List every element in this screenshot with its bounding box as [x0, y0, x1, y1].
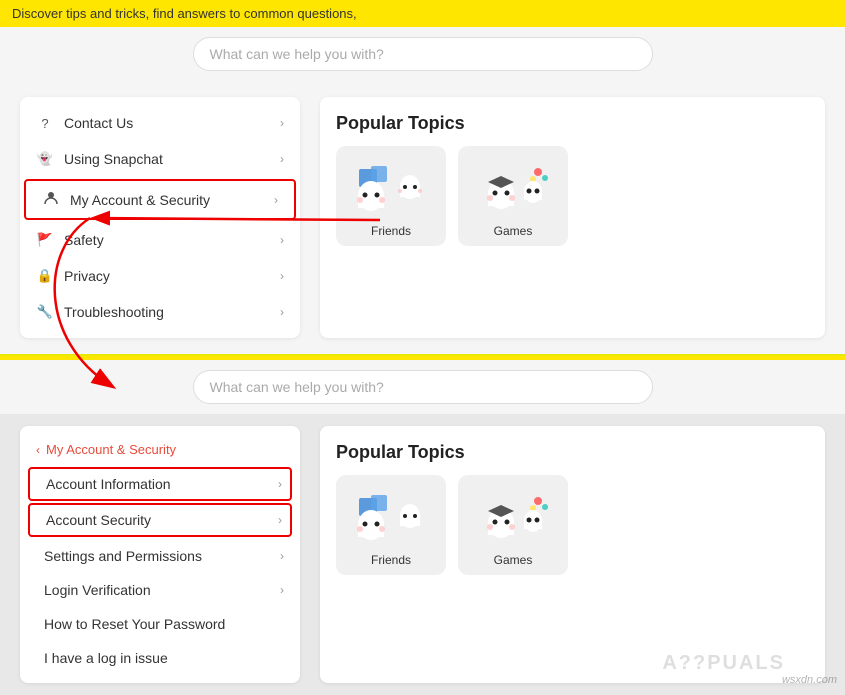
bottom-topic-card-friends[interactable]: Friends [336, 475, 446, 575]
sub-menu-item-log-issue[interactable]: I have a log in issue [20, 641, 300, 675]
using-snapchat-label: Using Snapchat [64, 151, 163, 167]
bottom-left-menu: ‹ My Account & Security Account Informat… [20, 426, 300, 683]
lock-icon: 🔒 [36, 268, 54, 284]
bottom-popular-topics: Popular Topics [320, 426, 825, 683]
chevron-icon: › [280, 233, 284, 247]
back-chevron-icon: ‹ [36, 443, 40, 457]
bottom-games-label: Games [494, 553, 533, 567]
bottom-search-bar[interactable]: What can we help you with? [193, 370, 653, 404]
login-verification-label: Login Verification [44, 582, 151, 598]
chevron-icon: › [278, 513, 282, 527]
account-security-label: Account Security [46, 512, 151, 528]
menu-item-my-account[interactable]: My Account & Security › [24, 179, 296, 220]
chevron-icon: › [280, 152, 284, 166]
menu-item-troubleshooting[interactable]: 🔧 Troubleshooting › [20, 294, 300, 330]
watermark: wsxdn.com [782, 674, 837, 686]
topic-card-games[interactable]: Games [458, 146, 568, 246]
sub-menu-item-login-verification[interactable]: Login Verification › [20, 573, 300, 607]
friends-ghost-svg [351, 164, 431, 224]
appuals-watermark: A??PUALS [662, 652, 785, 675]
topics-grid: Friends [336, 146, 809, 246]
bottom-popular-topics-title: Popular Topics [336, 442, 809, 463]
reset-password-label: How to Reset Your Password [44, 616, 225, 632]
settings-permissions-label: Settings and Permissions [44, 548, 202, 564]
menu-item-privacy[interactable]: 🔒 Privacy › [20, 258, 300, 294]
chevron-icon: › [280, 583, 284, 597]
top-main-content: ? Contact Us › 👻 Using Snapchat › [0, 81, 845, 354]
top-banner: Discover tips and tricks, find answers t… [0, 0, 845, 27]
top-search-bar[interactable]: What can we help you with? [193, 37, 653, 71]
bottom-section: What can we help you with? ‹ My Account … [0, 360, 845, 695]
chevron-icon: › [278, 477, 282, 491]
friends-label: Friends [371, 224, 411, 238]
troubleshooting-label: Troubleshooting [64, 304, 164, 320]
games-label: Games [494, 224, 533, 238]
chevron-icon: › [280, 116, 284, 130]
bottom-topic-card-games[interactable]: Games [458, 475, 568, 575]
top-search-container: What can we help you with? [0, 27, 845, 81]
games-ghost-svg [473, 164, 553, 224]
top-popular-topics: Popular Topics [320, 97, 825, 338]
snapchat-icon: 👻 [36, 151, 54, 167]
sub-menu-item-account-security[interactable]: Account Security › [28, 503, 292, 537]
chevron-icon: › [280, 269, 284, 283]
top-left-menu: ? Contact Us › 👻 Using Snapchat › [20, 97, 300, 338]
topic-card-friends[interactable]: Friends [336, 146, 446, 246]
menu-item-safety[interactable]: 🚩 Safety › [20, 222, 300, 258]
popular-topics-title: Popular Topics [336, 113, 809, 134]
question-icon: ? [36, 116, 54, 131]
banner-text: Discover tips and tricks, find answers t… [12, 6, 357, 21]
menu-item-using-snapchat[interactable]: 👻 Using Snapchat › [20, 141, 300, 177]
bottom-search-placeholder: What can we help you with? [210, 379, 384, 395]
bottom-search-container: What can we help you with? [0, 360, 845, 414]
breadcrumb-row[interactable]: ‹ My Account & Security [20, 434, 300, 465]
my-account-label: My Account & Security [70, 192, 210, 208]
top-search-placeholder: What can we help you with? [210, 46, 384, 62]
flag-icon: 🚩 [36, 232, 54, 248]
menu-item-contact-us[interactable]: ? Contact Us › [20, 105, 300, 141]
top-section: Discover tips and tricks, find answers t… [0, 0, 845, 354]
safety-label: Safety [64, 232, 104, 248]
chevron-icon: › [280, 549, 284, 563]
chevron-icon: › [274, 193, 278, 207]
account-information-label: Account Information [46, 476, 171, 492]
sub-menu-item-account-information[interactable]: Account Information › [28, 467, 292, 501]
bottom-main-content: ‹ My Account & Security Account Informat… [0, 414, 845, 695]
wrench-icon: 🔧 [36, 304, 54, 320]
sub-menu-item-settings-permissions[interactable]: Settings and Permissions › [20, 539, 300, 573]
bottom-topics-grid: Friends [336, 475, 809, 575]
sub-menu-item-reset-password[interactable]: How to Reset Your Password [20, 607, 300, 641]
privacy-label: Privacy [64, 268, 110, 284]
contact-us-label: Contact Us [64, 115, 133, 131]
bottom-games-ghost-svg [473, 493, 553, 553]
breadcrumb-label: My Account & Security [46, 442, 176, 457]
bottom-friends-label: Friends [371, 553, 411, 567]
chevron-icon: › [280, 305, 284, 319]
log-issue-label: I have a log in issue [44, 650, 168, 666]
account-icon [42, 191, 60, 208]
bottom-friends-ghost-svg [351, 493, 431, 553]
